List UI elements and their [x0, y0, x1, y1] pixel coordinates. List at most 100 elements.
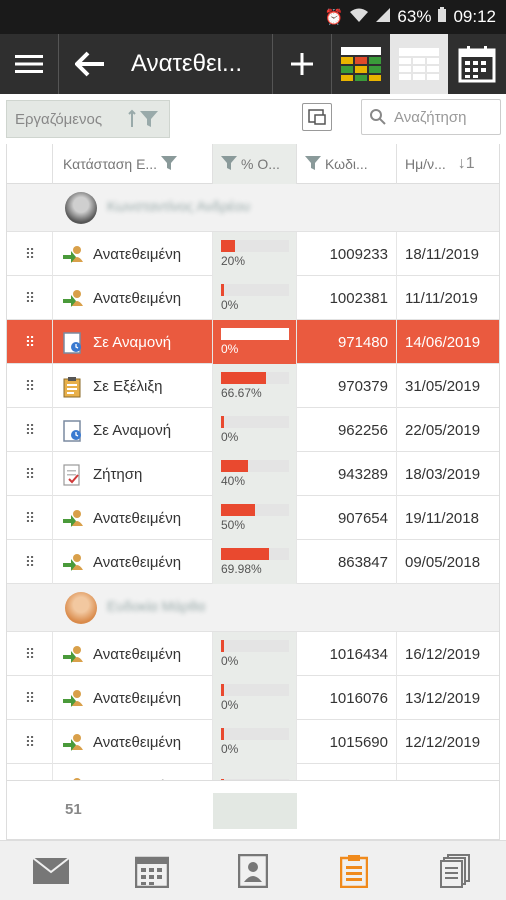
- progress-cell: 0%: [213, 276, 297, 320]
- filter-icon[interactable]: [161, 155, 178, 174]
- table-row[interactable]: ⠿ Ανατεθειμένη 0% 1015690 12/12/2019: [7, 720, 499, 764]
- drag-handle-icon[interactable]: ⠿: [7, 676, 53, 720]
- table-row[interactable]: ⠿ Ανατεθειμένη 20% 1009233 18/11/2019: [7, 232, 499, 276]
- drag-handle-icon[interactable]: ⠿: [7, 720, 53, 764]
- drag-handle-icon[interactable]: ⠿: [7, 408, 53, 452]
- date-cell: 18/03/2019: [405, 465, 481, 483]
- calendar-view-button[interactable]: [448, 34, 506, 94]
- grid-footer: 51: [7, 780, 499, 840]
- table-row[interactable]: ⠿ Ανατεθειμένη 69.98% 863847 09/05/2018: [7, 540, 499, 584]
- table-row[interactable]: ⠿ Ζήτηση 40% 943289 18/03/2019: [7, 452, 499, 496]
- sort-filter-icon[interactable]: [127, 109, 161, 134]
- search-input[interactable]: Αναζήτηση: [361, 99, 501, 135]
- status-cell: Σε Αναμονή: [53, 320, 213, 364]
- table-row[interactable]: ⠿ Ανατεθειμένη 0% 1016076 13/12/2019: [7, 676, 499, 720]
- date-cell: 11/11/2019: [405, 289, 478, 307]
- pivot-view-button[interactable]: [332, 34, 390, 94]
- app-toolbar: Ανατεθει...: [0, 34, 506, 94]
- column-chooser-icon: [308, 109, 326, 125]
- status-cell: Σε Εξέλιξη: [53, 364, 213, 408]
- code-cell: 1016434: [297, 632, 397, 676]
- grid-header: Κατάσταση Ε... % Ο... Κωδι... Ημ/ν... ↓1: [7, 144, 499, 184]
- progress-bar: [221, 684, 289, 696]
- status-cell: Σε Αναμονή: [53, 408, 213, 452]
- group-row[interactable]: Κωνσταντίνος Ανδρέου: [7, 184, 499, 232]
- menu-button[interactable]: [0, 34, 58, 94]
- date-cell: 18/11/2019: [405, 245, 479, 263]
- group-name: Ευδοκία Μάρθα: [107, 598, 206, 614]
- add-button[interactable]: [273, 34, 331, 94]
- assigned-icon: [63, 644, 85, 664]
- progress-cell: 66.67%: [213, 364, 297, 408]
- progress-label: 0%: [221, 430, 239, 444]
- table-row[interactable]: ⠿ Σε Αναμονή 0% 971480 14/06/2019: [7, 320, 499, 364]
- sort-desc-icon[interactable]: ↓1: [458, 155, 475, 173]
- calendar-icon: [134, 856, 169, 888]
- back-button[interactable]: [59, 34, 121, 94]
- code-cell: 863847: [297, 540, 397, 584]
- nav-mail[interactable]: [0, 841, 101, 900]
- tasks-icon: [340, 854, 369, 888]
- nav-documents[interactable]: [405, 841, 506, 900]
- table-row[interactable]: ⠿ Σε Εξέλιξη 66.67% 970379 31/05/2019: [7, 364, 499, 408]
- status-label: Σε Αναμονή: [93, 421, 172, 439]
- progress-cell: 0%: [213, 676, 297, 720]
- status-label: Ανατεθειμένη: [93, 733, 182, 751]
- status-label: Σε Αναμονή: [93, 333, 172, 351]
- hamburger-icon: [15, 55, 43, 73]
- group-by-label: Εργαζόμενος: [15, 110, 103, 128]
- group-by-chip[interactable]: Εργαζόμενος: [6, 100, 170, 138]
- filter-icon[interactable]: [221, 155, 237, 174]
- drag-handle-icon[interactable]: ⠿: [7, 632, 53, 676]
- drag-handle-icon[interactable]: ⠿: [7, 540, 53, 584]
- progress-label: 0%: [221, 342, 239, 356]
- table-row[interactable]: ⠿ Ανατεθειμένη 0% 1016434 16/12/2019: [7, 632, 499, 676]
- status-label: Ανατεθειμένη: [93, 245, 182, 263]
- code-cell: 1015690: [297, 720, 397, 764]
- nav-contacts[interactable]: [202, 841, 303, 900]
- status-label: Σε Εξέλιξη: [93, 377, 163, 395]
- table-row[interactable]: ⠿ Ανατεθειμένη 0% 1002381 11/11/2019: [7, 276, 499, 320]
- date-cell: 19/11/2018: [405, 509, 479, 527]
- group-name: Κωνσταντίνος Ανδρέου: [107, 198, 250, 214]
- drag-handle-icon[interactable]: ⠿: [7, 276, 53, 320]
- progress-bar: [221, 328, 289, 340]
- column-chooser-button[interactable]: [302, 103, 332, 131]
- progress-bar: [221, 504, 289, 516]
- table-view-button[interactable]: [390, 34, 448, 94]
- back-arrow-icon: [75, 51, 104, 77]
- table-row[interactable]: ⠿ Ανατεθειμένη 50% 907654 19/11/2018: [7, 496, 499, 540]
- progress-cell: 69.98%: [213, 540, 297, 584]
- progress-label: 66.67%: [221, 386, 262, 400]
- drag-handle-icon[interactable]: ⠿: [7, 452, 53, 496]
- date-cell: 16/12/2019: [405, 645, 481, 663]
- status-label: Ζήτηση: [93, 465, 143, 483]
- pending-icon: [63, 420, 85, 442]
- filter-icon[interactable]: [305, 155, 321, 174]
- group-row[interactable]: Ευδοκία Μάρθα: [7, 584, 499, 632]
- progress-cell: 50%: [213, 496, 297, 540]
- drag-handle-icon[interactable]: ⠿: [7, 364, 53, 408]
- drag-handle-icon[interactable]: ⠿: [7, 320, 53, 364]
- row-count: 51: [65, 801, 82, 818]
- table-row[interactable]: ⠿ Σε Αναμονή 0% 962256 22/05/2019: [7, 408, 499, 452]
- drag-handle-icon[interactable]: ⠿: [7, 496, 53, 540]
- calendar-icon: [458, 46, 496, 83]
- status-cell: Ανατεθειμένη: [53, 232, 213, 276]
- battery-icon: [437, 7, 447, 27]
- drag-handle-icon[interactable]: ⠿: [7, 232, 53, 276]
- header-date[interactable]: Ημ/ν... ↓1: [397, 144, 499, 184]
- avatar: [65, 592, 97, 624]
- nav-calendar[interactable]: [101, 841, 202, 900]
- header-code[interactable]: Κωδι...: [297, 144, 397, 184]
- search-placeholder: Αναζήτηση: [394, 108, 467, 126]
- header-status[interactable]: Κατάσταση Ε...: [53, 144, 213, 184]
- pending-icon: [63, 332, 85, 354]
- progress-cell: 40%: [213, 452, 297, 496]
- code-cell: 970379: [297, 364, 397, 408]
- date-cell: 12/12/2019: [405, 733, 481, 751]
- header-percent[interactable]: % Ο...: [213, 144, 297, 184]
- header-drag: [7, 144, 53, 184]
- nav-tasks[interactable]: [304, 841, 405, 900]
- footer-percent-cell: [213, 793, 297, 829]
